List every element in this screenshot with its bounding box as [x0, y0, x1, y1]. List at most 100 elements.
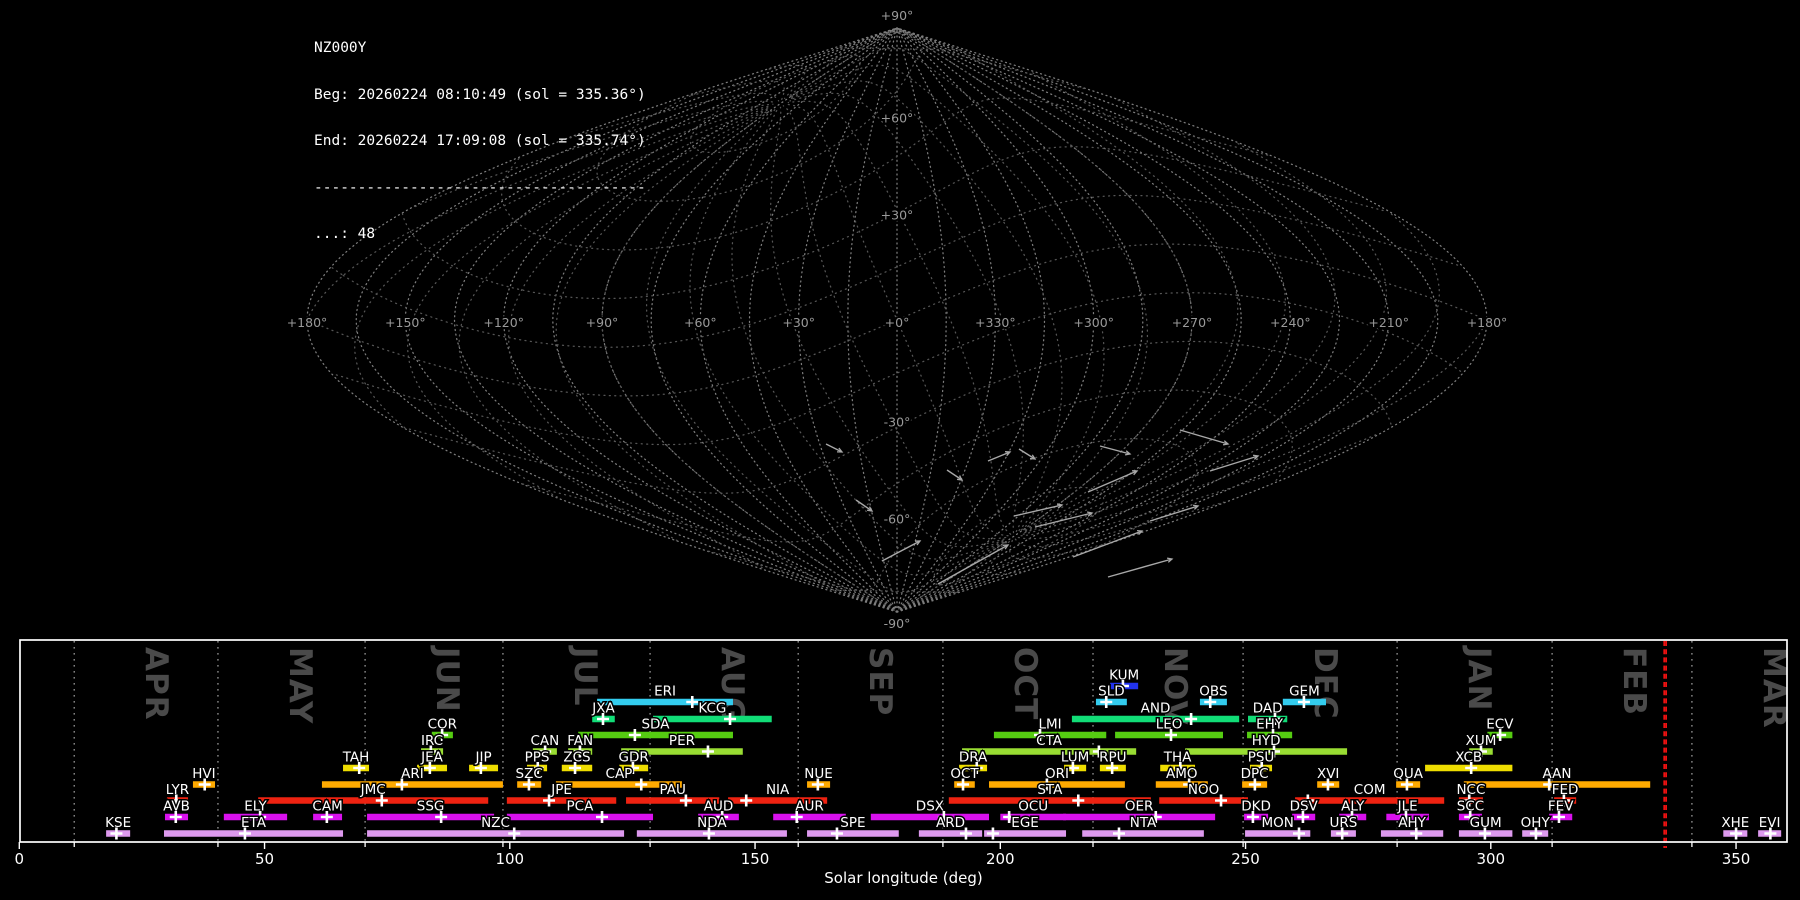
sky-lon-label: +300°: [1073, 315, 1114, 330]
shower-label: STA: [1037, 782, 1063, 798]
meteor-track: [946, 469, 963, 481]
sky-lat-label: +60°: [881, 110, 914, 125]
month-label: JAN: [1461, 645, 1497, 711]
sky-lat-label: -90°: [884, 616, 911, 631]
sky-grid2-meridian: [601, 109, 1006, 611]
meteor-track: [1179, 429, 1229, 445]
shower-label: LMI: [1039, 717, 1062, 733]
shower-label: AUD: [704, 799, 734, 815]
sky-lon-label: +60°: [684, 315, 717, 330]
shower-peak-marker: [1072, 794, 1085, 807]
shower-bar: [506, 797, 617, 804]
sky-lat-label: +30°: [881, 208, 914, 223]
shower-peak-marker: [986, 827, 999, 840]
sky-lon-label: +180°: [1467, 315, 1508, 330]
sky-grid-meridian: [896, 27, 1046, 613]
shower-label: DAD: [1253, 701, 1283, 717]
shower-label: NTA: [1130, 815, 1157, 831]
shower-label: MON: [1261, 815, 1293, 831]
month-label: JUL: [567, 645, 603, 706]
shower-bar: [773, 813, 846, 821]
axis-tick-label: 100: [495, 850, 524, 868]
shower-label: NCC: [1456, 782, 1485, 798]
shower-row: LYR JMC JPE PAU NIA STA NOO COM NCC FED: [164, 781, 1580, 807]
shower-label: KCG: [698, 701, 726, 717]
shower-label: NIA: [766, 782, 790, 798]
shower-label: THA: [1163, 750, 1192, 766]
observation-header: NZ000Y Beg: 20260224 08:10:49 (sol = 335…: [314, 10, 646, 274]
shower-label: AND: [1141, 701, 1171, 717]
month-label: FEB: [1616, 647, 1652, 716]
month-label: SEP: [862, 647, 898, 716]
meteor-track: [1209, 455, 1259, 472]
shower-label: OCT: [950, 766, 979, 782]
meteor-track: [1018, 448, 1036, 460]
shower-bar: [258, 797, 489, 804]
shower-label: DRA: [959, 750, 988, 766]
month-label: OCT: [1007, 647, 1043, 720]
radiant-map-screen: +180° +150° +120° +90° +60° +30° +0° +330° +300°…: [0, 0, 1800, 900]
shower-peak-marker: [508, 827, 521, 840]
shower-bar: [653, 715, 772, 723]
shower-bar: [1159, 797, 1249, 804]
shower-peak-marker: [740, 794, 753, 807]
shower-label: AMO: [1166, 766, 1198, 782]
axis-tick-label: 50: [255, 850, 274, 868]
shower-bar: [321, 781, 503, 788]
sky-grid2-parallel: [689, 54, 862, 154]
axis-title: Solar longitude (deg): [824, 869, 982, 887]
shower-label: HYD: [1252, 733, 1281, 749]
shower-label: EHY: [1256, 717, 1284, 733]
end-time-line: End: 20260224 17:09:08 (sol = 335.74°): [314, 133, 646, 149]
radiant-map-and-timeline-plot: +180° +150° +120° +90° +60° +30° +0° +330° +300°…: [15, 6, 1792, 887]
shower-label: AAN: [1543, 766, 1572, 782]
sky-lat-label: -30°: [884, 414, 911, 429]
shower-peak-marker: [1113, 827, 1125, 840]
shower-bar: [807, 830, 899, 837]
sky-lat-label: -60°: [884, 512, 911, 527]
meteor-track: [987, 451, 1011, 462]
shower-label: PCA: [567, 799, 595, 815]
shower-label: AHY: [1398, 815, 1426, 831]
shower-label: ARD: [936, 815, 965, 831]
meteor-count-line: ...: 48: [314, 226, 376, 242]
shower-bar: [577, 731, 733, 739]
shower-bar: [1082, 830, 1204, 837]
meteor-track: [1013, 504, 1063, 517]
shower-label: XCB: [1455, 750, 1482, 766]
shower-peak-marker: [628, 729, 641, 741]
shower-label: COM: [1354, 782, 1386, 798]
shower-label: NOO: [1188, 782, 1219, 798]
month-label: APR: [138, 647, 174, 721]
shower-bar: [163, 830, 344, 837]
axis-tick-label: 250: [1231, 850, 1260, 868]
shower-label: TAH: [342, 750, 370, 766]
shower-label: JIP: [475, 750, 492, 766]
shower-bar: [948, 797, 1151, 804]
shower-label: LEO: [1156, 717, 1183, 733]
sky-lon-label: +330°: [975, 315, 1016, 330]
axis-tick-label: 0: [15, 850, 25, 868]
shower-label: AUR: [795, 799, 824, 815]
shower-bar: [870, 813, 990, 821]
sky-lon-label: +240°: [1270, 315, 1311, 330]
axis-tick-label: 150: [741, 850, 770, 868]
shower-bar: [367, 813, 495, 821]
shower-label: DSX: [916, 799, 944, 815]
axis-tick-label: 200: [986, 850, 1015, 868]
begin-time-line: Beg: 20260224 08:10:49 (sol = 335.36°): [314, 86, 646, 103]
shower-peak-marker: [701, 745, 714, 758]
sky-grid2-meridian: [789, 92, 1024, 534]
shower-label: ELY: [244, 799, 267, 815]
axis-tick-label: 350: [1722, 850, 1751, 868]
shower-label: PER: [669, 733, 695, 749]
month-label: JUN: [429, 645, 465, 713]
shower-label: SDA: [641, 717, 670, 733]
meteor-track: [1072, 530, 1143, 558]
sky-grid-meridian: [748, 27, 898, 613]
shower-label: DKD: [1241, 799, 1271, 815]
sky-lon-label: +270°: [1172, 315, 1213, 330]
shower-label: ARI: [401, 766, 424, 782]
shower-label: JEA: [420, 750, 444, 766]
shower-label: QUA: [1393, 766, 1424, 782]
